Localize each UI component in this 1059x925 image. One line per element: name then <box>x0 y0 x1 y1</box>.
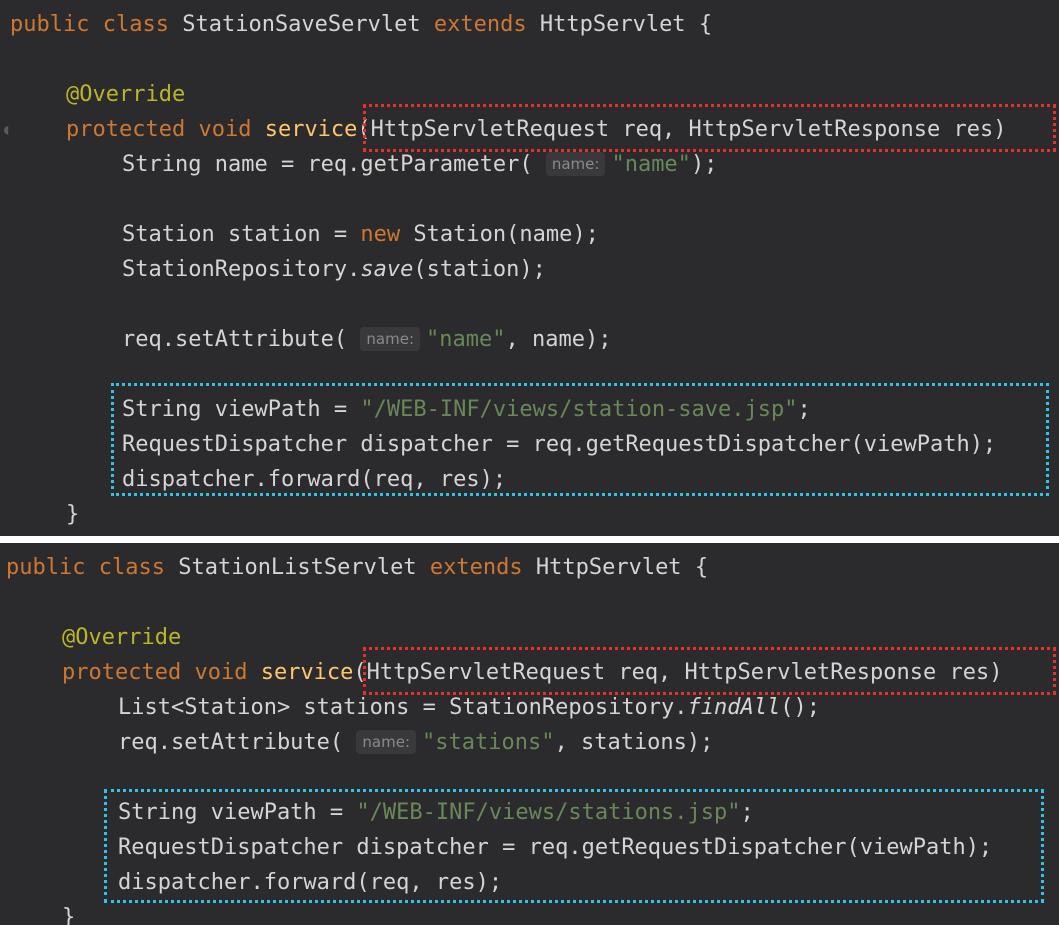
red-highlight-params <box>363 647 1056 695</box>
code-line-new-station: Station station = new Station(name); <box>122 222 599 247</box>
method-name: service <box>260 660 354 685</box>
code-panel-station-save: public class StationSaveServlet extends … <box>0 0 1059 536</box>
red-highlight-params <box>363 104 1056 152</box>
method-name: service <box>264 117 358 142</box>
cyan-highlight-forward-block <box>111 383 1049 496</box>
keyword-public: public <box>6 555 86 580</box>
param-hint: name: <box>360 327 421 351</box>
override-annotation: @Override <box>66 82 186 107</box>
keyword-class: class <box>102 12 169 37</box>
open-brace: { <box>694 555 709 580</box>
class-declaration: public class StationSaveServlet extends … <box>10 7 712 42</box>
keyword-protected: protected <box>66 117 186 142</box>
parent-class: HttpServlet <box>535 555 682 580</box>
override-gutter-icon: ◖ <box>2 122 11 138</box>
param-hint: name: <box>356 730 417 754</box>
code-line-save: StationRepository.save(station); <box>122 257 546 282</box>
parent-class: HttpServlet <box>539 12 686 37</box>
class-declaration: public class StationListServlet extends … <box>6 550 708 585</box>
class-name: StationSaveServlet <box>182 12 421 37</box>
code-line-find-all: List<Station> stations = StationReposito… <box>118 695 821 720</box>
keyword-public: public <box>10 12 90 37</box>
closing-brace: } <box>62 905 76 925</box>
open-brace: { <box>698 12 713 37</box>
override-annotation: @Override <box>62 625 182 650</box>
keyword-void: void <box>194 660 248 685</box>
keyword-class: class <box>98 555 165 580</box>
class-name: StationListServlet <box>178 555 417 580</box>
code-line-set-attribute: req.setAttribute( name: "name", name); <box>122 327 612 352</box>
closing-brace: } <box>66 502 80 527</box>
keyword-extends: extends <box>433 12 527 37</box>
code-panel-station-list: public class StationListServlet extends … <box>0 543 1059 925</box>
cyan-highlight-forward-block <box>104 789 1044 903</box>
code-line-get-parameter: String name = req.getParameter( name: "na… <box>122 152 718 177</box>
keyword-protected: protected <box>62 660 182 685</box>
param-hint: name: <box>545 152 606 176</box>
keyword-extends: extends <box>429 555 523 580</box>
keyword-void: void <box>198 117 252 142</box>
code-line-set-attribute: req.setAttribute( name: "stations", stati… <box>118 730 714 755</box>
